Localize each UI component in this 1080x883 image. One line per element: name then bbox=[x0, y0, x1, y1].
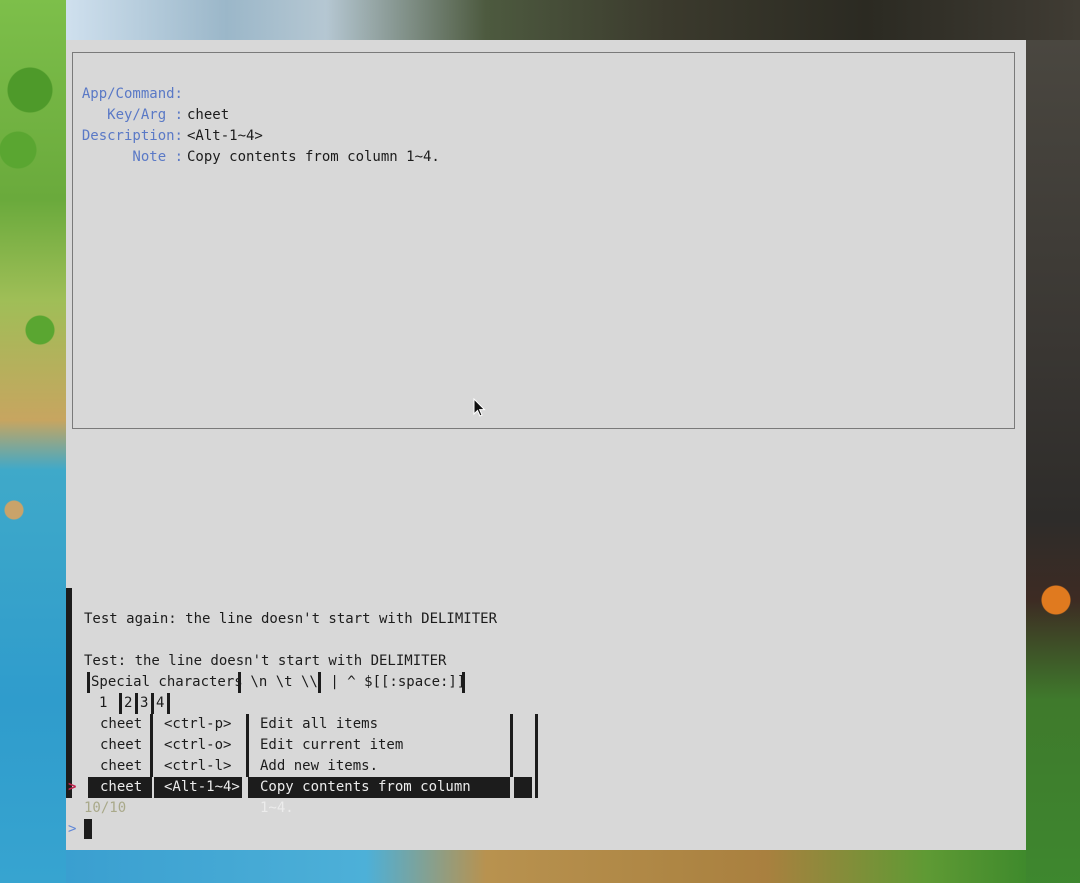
column-number-2: 2 bbox=[124, 695, 133, 711]
column-separator bbox=[510, 756, 513, 777]
column-separator bbox=[510, 735, 513, 756]
column-separator bbox=[535, 777, 538, 798]
column-number-1: 1 bbox=[99, 695, 108, 711]
text-cursor[interactable] bbox=[84, 819, 92, 839]
column-separator bbox=[150, 714, 153, 735]
column-separator bbox=[510, 714, 513, 735]
column-separator bbox=[150, 735, 153, 756]
wallpaper-left bbox=[0, 0, 66, 883]
field-value: Copy contents from column 1~4. bbox=[187, 149, 440, 165]
column-separator bbox=[135, 693, 138, 714]
field-value: cheet bbox=[187, 107, 230, 123]
row-key: <ctrl-l> bbox=[164, 758, 232, 774]
field-label: Note : bbox=[132, 149, 183, 165]
column-separator bbox=[151, 693, 154, 714]
column-separator bbox=[119, 693, 122, 714]
column-separator bbox=[87, 672, 90, 693]
row-app: cheet bbox=[100, 779, 143, 795]
row-key: <ctrl-p> bbox=[164, 716, 232, 732]
row-app: cheet bbox=[100, 737, 143, 753]
row-desc: Edit all items bbox=[260, 716, 379, 732]
column-separator bbox=[238, 672, 241, 693]
row-key: <ctrl-o> bbox=[164, 737, 232, 753]
row-key: <Alt-1~4> bbox=[164, 779, 240, 795]
header-line-2: Test: the line doesn't start with DELIMI… bbox=[84, 653, 447, 669]
wallpaper-right bbox=[1026, 40, 1080, 883]
column-separator bbox=[462, 672, 465, 693]
row-desc: Edit current item bbox=[260, 737, 404, 753]
wallpaper-top bbox=[66, 0, 1080, 40]
selected-app-cell: cheet bbox=[88, 777, 152, 798]
column-separator bbox=[535, 735, 538, 756]
row-app: cheet bbox=[100, 716, 143, 732]
column-separator bbox=[318, 672, 321, 693]
column-number-3: 3 bbox=[140, 695, 149, 711]
header-border bbox=[66, 588, 72, 798]
row-app: cheet bbox=[100, 758, 143, 774]
preview-field-note: Note : bbox=[73, 126, 183, 165]
column-separator bbox=[246, 735, 249, 756]
prompt-symbol: > bbox=[68, 821, 77, 837]
preview-field-key: Key/Arg : <Alt-1~4> bbox=[73, 84, 263, 144]
header-line-1: Test again: the line doesn't start with … bbox=[84, 611, 498, 627]
column-separator bbox=[535, 714, 538, 735]
column-separator bbox=[246, 714, 249, 735]
match-counter: 10/10 bbox=[84, 800, 127, 816]
terminal-window[interactable]: App/Command: cheet Key/Arg : <Alt-1~4> D… bbox=[66, 40, 1026, 850]
column-separator bbox=[535, 756, 538, 777]
preview-field-description: Description: Copy contents from column 1… bbox=[73, 105, 440, 165]
selected-desc-cell: Copy contents from column 1~4. bbox=[248, 777, 510, 816]
row-desc: Add new items. bbox=[260, 758, 379, 774]
special-label: Special characters bbox=[91, 674, 243, 690]
column-separator bbox=[150, 756, 153, 777]
selected-extra-cell bbox=[514, 777, 532, 798]
field-value: <Alt-1~4> bbox=[187, 128, 263, 144]
column-separator bbox=[167, 693, 170, 714]
wallpaper-bottom bbox=[66, 850, 1026, 883]
row-desc: Copy contents from column 1~4. bbox=[260, 779, 471, 816]
preview-pane: App/Command: cheet Key/Arg : <Alt-1~4> D… bbox=[72, 52, 1015, 429]
selection-pointer: > bbox=[68, 779, 77, 795]
preview-field-app: App/Command: cheet bbox=[73, 63, 229, 123]
special-rest: | ^ $[[:space:]] bbox=[322, 674, 466, 690]
selected-key-cell: <Alt-1~4> bbox=[154, 777, 242, 798]
mouse-cursor-icon bbox=[473, 398, 486, 417]
column-separator bbox=[246, 756, 249, 777]
column-number-4: 4 bbox=[156, 695, 165, 711]
special-chars: \n \t \\ bbox=[242, 674, 318, 690]
